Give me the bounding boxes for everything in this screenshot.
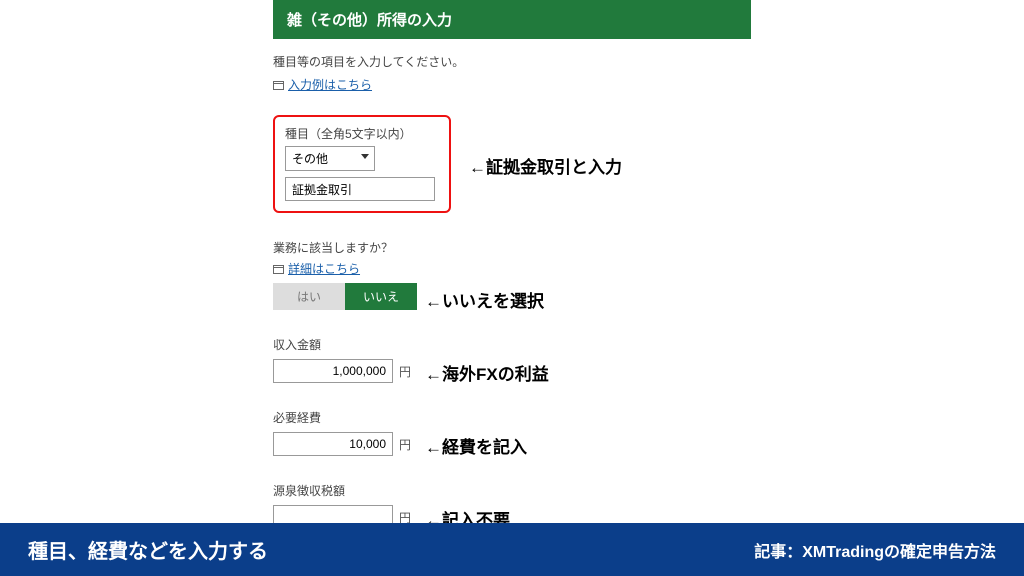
annotation-gyomu: ←いいえを選択	[425, 287, 544, 312]
shumoku-text-input[interactable]	[285, 177, 435, 201]
keihi-label: 必要経費	[273, 409, 751, 426]
keihi-input[interactable]	[273, 432, 393, 456]
footer-article: 記事：XMTradingの確定申告方法	[754, 538, 996, 562]
gyomu-no-button[interactable]: いいえ	[345, 283, 417, 310]
footer-bar: 種目、経費などを入力する 記事：XMTradingの確定申告方法	[0, 523, 1024, 576]
gyomu-yes-button[interactable]: はい	[273, 283, 345, 310]
shumoku-select[interactable]: その他	[285, 146, 375, 171]
annotation-shumoku: ←証拠金取引と入力	[469, 153, 622, 178]
example-link[interactable]: 入力例はこちら	[288, 78, 372, 92]
gensen-label: 源泉徴収税額	[273, 482, 751, 499]
annotation-shunyu: ←海外FXの利益	[425, 360, 549, 385]
annotation-keihi: ←経費を記入	[425, 433, 527, 458]
shunyu-input[interactable]	[273, 359, 393, 383]
gyomu-toggle: はい いいえ	[273, 283, 417, 310]
new-window-icon	[273, 81, 284, 90]
gyomu-detail-link[interactable]: 詳細はこちら	[288, 262, 360, 276]
shunyu-label: 収入金額	[273, 336, 751, 353]
shumoku-group: 種目（全角5文字以内） その他	[273, 115, 451, 213]
intro-text: 種目等の項目を入力してください。	[273, 53, 751, 70]
keihi-unit: 円	[399, 436, 411, 453]
chevron-down-icon	[361, 154, 369, 159]
shumoku-label: 種目（全角5文字以内）	[285, 125, 439, 142]
shunyu-unit: 円	[399, 363, 411, 380]
gyomu-label: 業務に該当しますか？	[273, 239, 751, 256]
footer-caption: 種目、経費などを入力する	[28, 535, 268, 564]
shumoku-select-value: その他	[292, 152, 328, 166]
page-title: 雑（その他）所得の入力	[273, 0, 751, 39]
new-window-icon	[273, 265, 284, 274]
